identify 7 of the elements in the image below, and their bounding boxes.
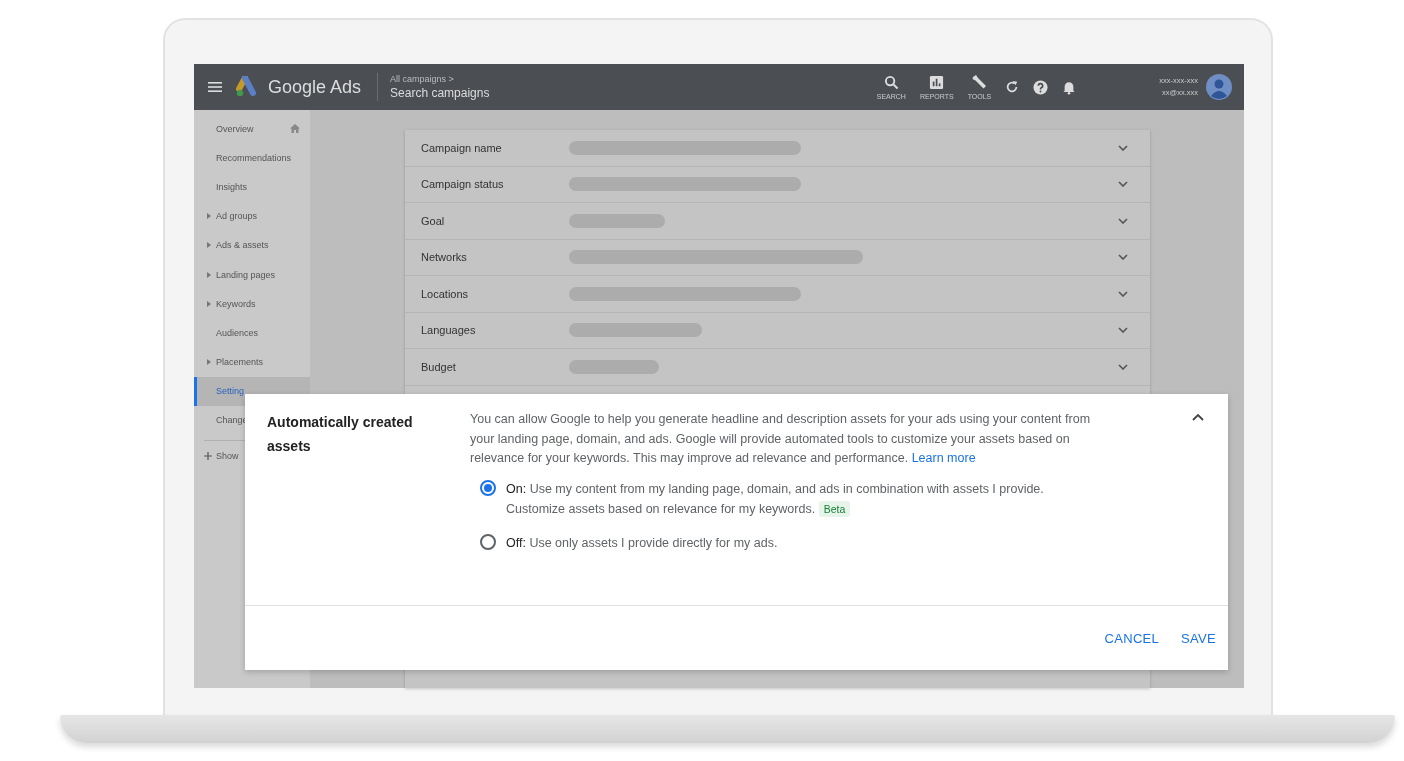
description-text: You can allow Google to help you generate headline and description assets for your ads using your content from your landing page, domain, and ads. Google will provide automated tools to customize your assets based on relevance for your keywords. This may improve ad relevance and performance. Learn more xyxy=(470,411,1092,467)
beta-badge: Beta xyxy=(818,500,851,517)
option-text: On: Use my content from my landing page, domain, and ads in combination with assets I provide. Customize assets based on relevance for my keywords. Beta xyxy=(506,480,1045,519)
page-title: Search campaigns xyxy=(390,86,490,100)
option-text: Off: Use only assets I provide directly for my ads. xyxy=(506,534,779,552)
product-name: Google Ads xyxy=(268,76,362,98)
dialog-title: Automatically created assets xyxy=(267,413,414,456)
